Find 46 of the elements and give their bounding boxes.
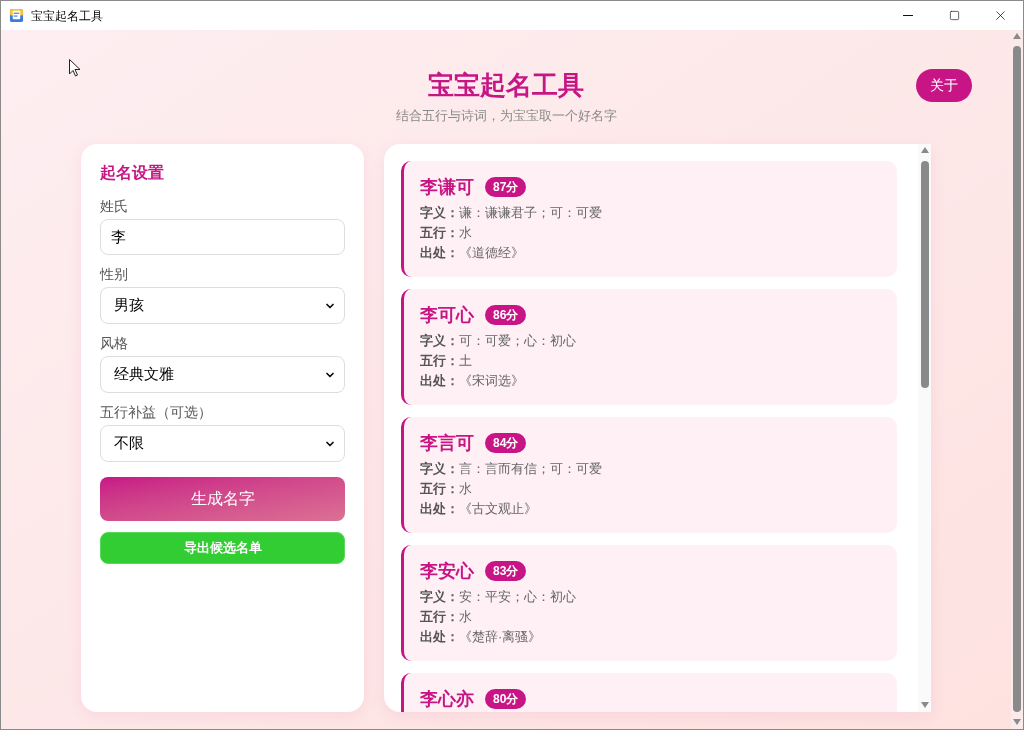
field-label: 风格 [100,334,128,353]
square-icon [948,10,960,21]
detail-line: 字义：可：可爱；心：初心 [420,332,576,350]
mouse-pointer-icon [69,59,81,77]
about-button[interactable]: 关于 [916,68,972,102]
dropdown-select[interactable]: 男孩 [100,287,345,324]
field-label: 五行补益（可选） [100,403,212,422]
detail-line: 五行：水 [420,480,472,498]
dropdown-select[interactable]: 经典文雅 [100,356,345,393]
app-icon [9,8,24,23]
scroll-down-arrow-icon[interactable] [920,702,929,708]
detail-line: 出处：《道德经》 [420,244,524,262]
scroll-down-arrow-icon[interactable] [1013,719,1021,725]
name-text: 李可心 [420,304,474,326]
app-subtitle: 结合五行与诗词，为宝宝取一个好名字 [395,107,617,125]
field-label: 姓氏 [100,197,128,216]
scroll-up-arrow-icon[interactable] [1013,33,1021,39]
score-badge: 83分 [485,561,527,581]
detail-line: 字义：谦：谦谦君子；可：可爱 [420,204,602,222]
detail-line: 字义：安：平安；心：初心 [420,588,576,606]
detail-line: 出处：《楚辞·离骚》 [420,628,542,646]
scrollbar-thumb[interactable] [920,161,929,388]
generate-button[interactable]: 生成名字 [100,477,345,521]
detail-line: 字义：言：言而有信；可：可爱 [420,460,602,478]
scrollbar-thumb[interactable] [1013,46,1021,712]
detail-line: 出处：《宋词选》 [420,372,524,390]
text-input[interactable]: 李 [100,219,345,255]
detail-line: 出处：《古文观止》 [420,500,537,518]
score-badge: 80分 [485,689,527,709]
score-badge: 84分 [485,433,527,453]
field-label: 性别 [100,265,128,284]
detail-line: 五行：水 [420,608,472,626]
name-text: 李心亦 [420,688,474,710]
score-badge: 86分 [485,305,527,325]
settings-title: 起名设置 [100,163,164,183]
app-title: 宝宝起名工具 [428,69,584,102]
window-title: 宝宝起名工具 [31,7,103,25]
detail-line: 五行：水 [420,224,472,242]
name-text: 李言可 [420,432,474,454]
score-badge: 87分 [485,177,527,197]
name-text: 李谦可 [420,176,474,198]
minus-icon [903,15,913,16]
name-text: 李安心 [420,560,474,582]
detail-line: 五行：土 [420,352,472,370]
dropdown-select[interactable]: 不限 [100,425,345,462]
scroll-up-arrow-icon[interactable] [920,147,929,153]
